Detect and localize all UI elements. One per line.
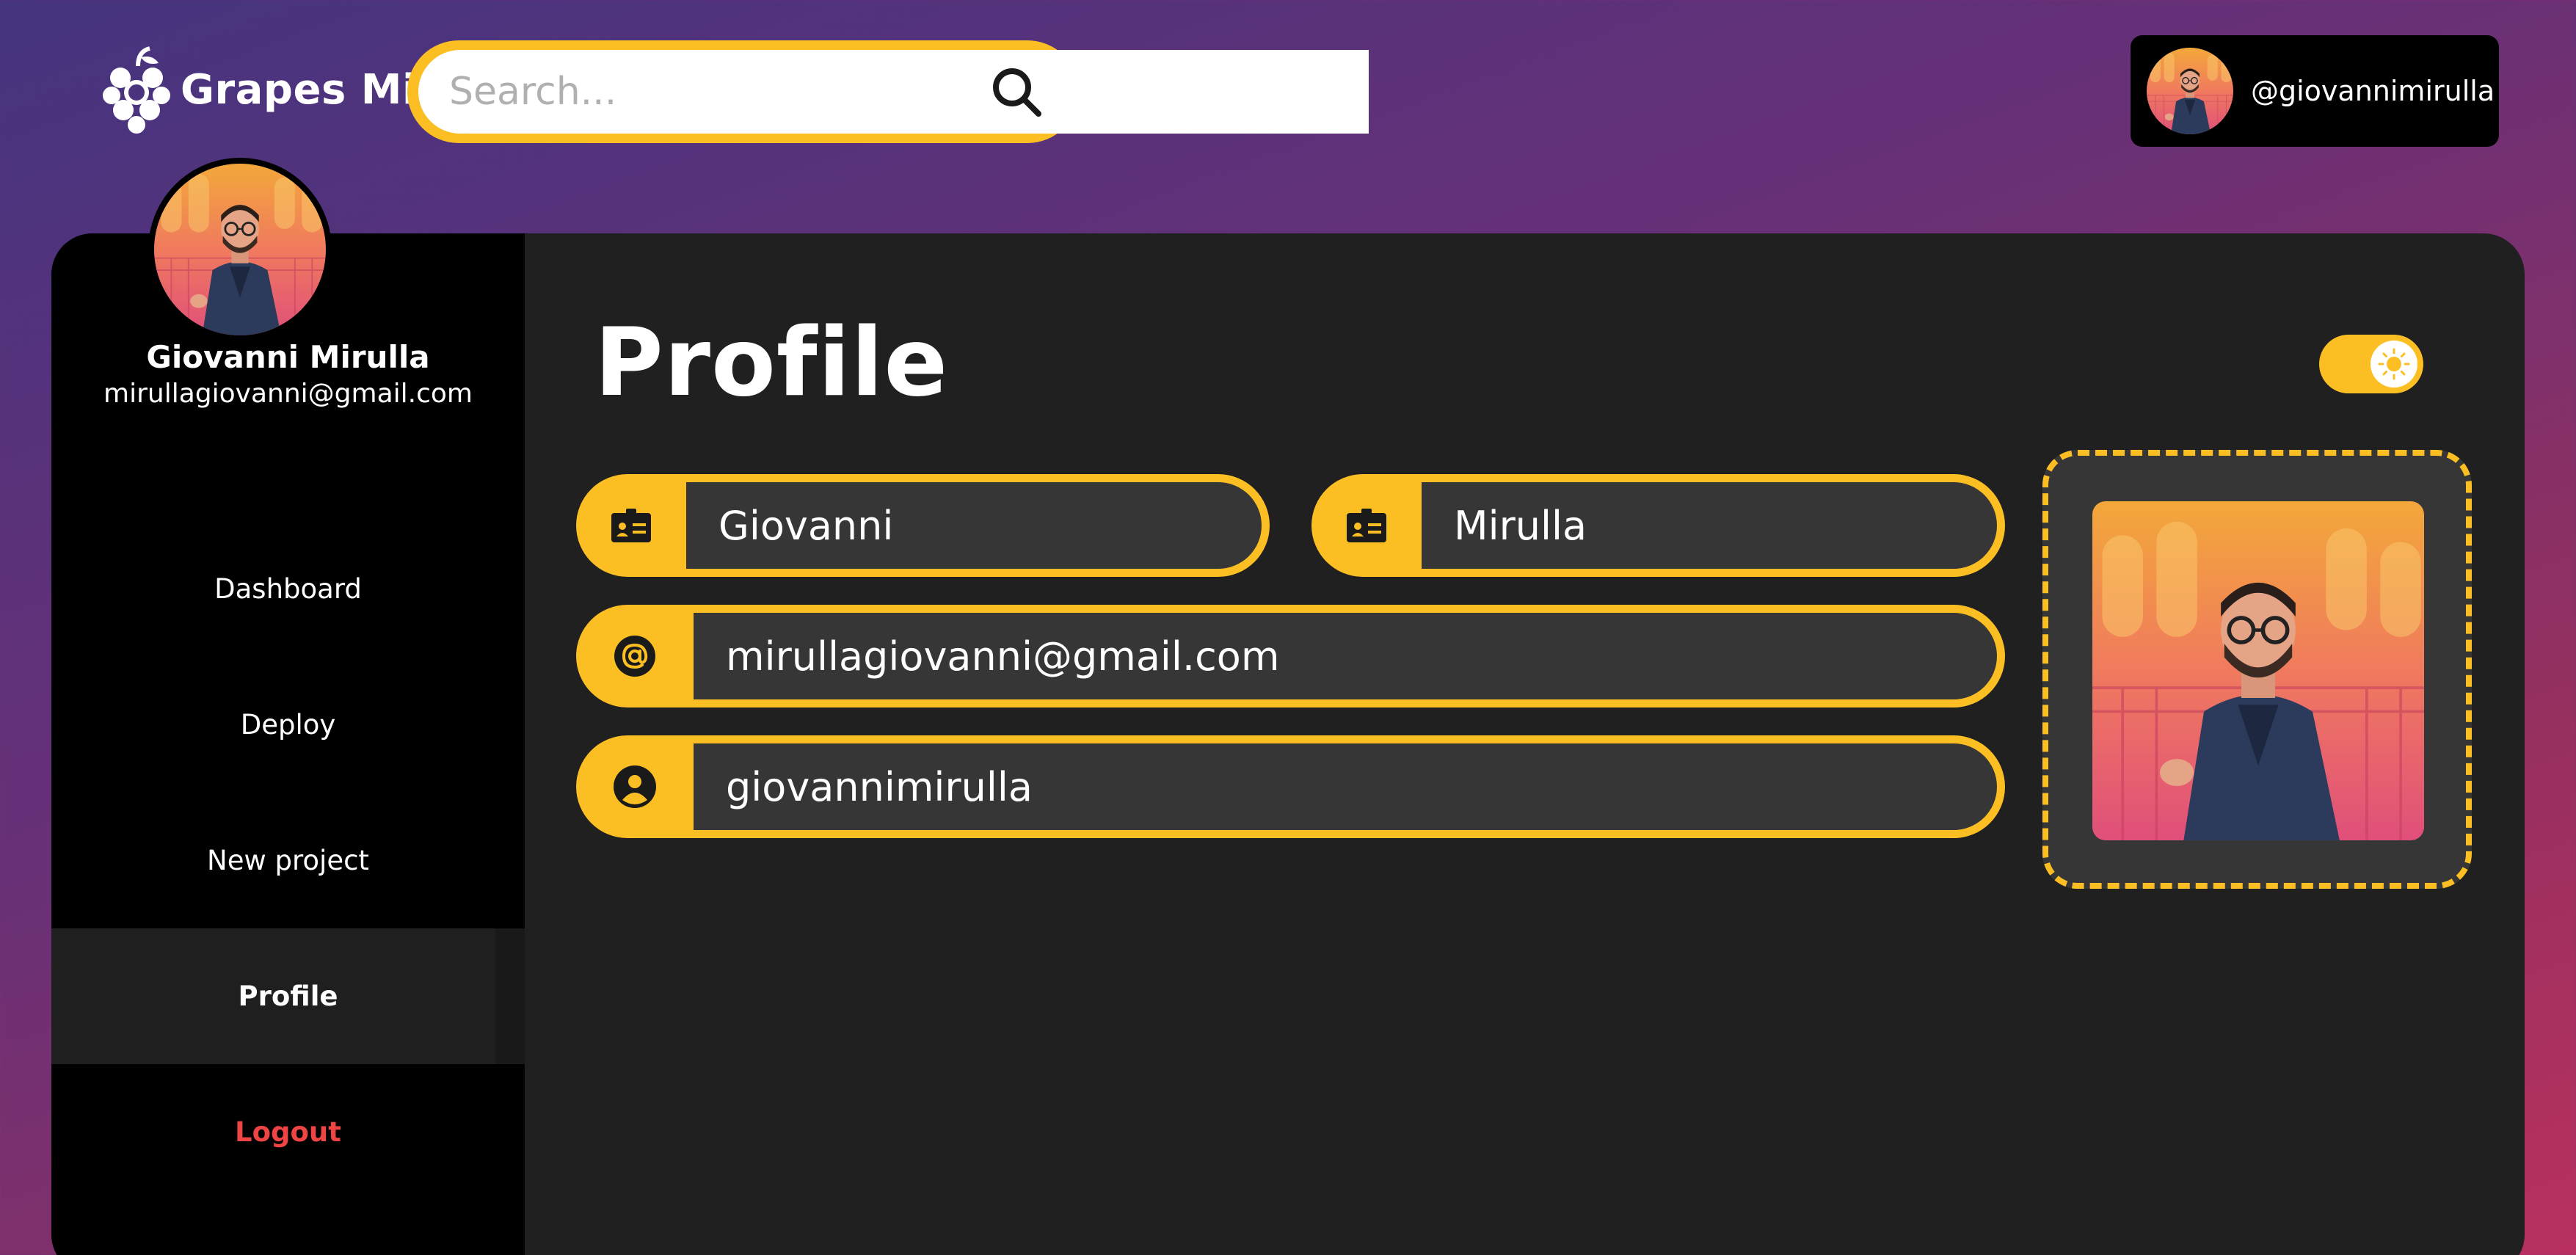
profile-avatar xyxy=(148,158,332,341)
last-name-value: Mirulla xyxy=(1422,482,1997,569)
last-name-field[interactable]: Mirulla xyxy=(1311,474,2005,577)
sidebar-item-label: Dashboard xyxy=(214,573,362,605)
profile-picture-upload[interactable] xyxy=(2042,450,2472,889)
sidebar-user-name: Giovanni Mirulla xyxy=(146,339,430,375)
email-field[interactable]: mirullagiovanni@gmail.com xyxy=(576,605,2005,707)
user-handle: @giovannimirulla xyxy=(2251,75,2495,107)
theme-toggle[interactable] xyxy=(2319,335,2423,393)
app-logo[interactable]: Grapes Mi xyxy=(103,46,417,134)
app-name: Grapes Mi xyxy=(181,65,417,114)
sidebar-item-label: Deploy xyxy=(240,709,336,741)
at-icon xyxy=(576,605,694,707)
sidebar-item-profile[interactable]: Profile xyxy=(51,928,525,1064)
id-card-icon xyxy=(1311,474,1422,577)
sidebar-item-label: Profile xyxy=(238,981,338,1012)
sidebar-item-deploy[interactable]: Deploy xyxy=(51,657,525,793)
email-value: mirullagiovanni@gmail.com xyxy=(694,613,1997,699)
id-card-icon xyxy=(576,474,686,577)
user-menu-button[interactable]: @giovannimirulla xyxy=(2131,35,2499,147)
grape-icon xyxy=(103,46,170,134)
sidebar-nav: Dashboard Deploy New project Profile Log… xyxy=(51,521,525,1200)
search-input[interactable] xyxy=(418,50,1369,134)
sun-icon xyxy=(2371,341,2417,388)
first-name-field[interactable]: Giovanni xyxy=(576,474,1270,577)
profile-picture xyxy=(2092,501,2424,840)
sidebar-item-new-project[interactable]: New project xyxy=(51,793,525,928)
sidebar-user-email: mirullagiovanni@gmail.com xyxy=(103,379,473,409)
first-name-value: Giovanni xyxy=(686,482,1262,569)
page-title: Profile xyxy=(594,308,949,418)
search-bar xyxy=(407,40,1369,143)
user-circle-icon xyxy=(576,735,694,838)
sidebar-item-label: Logout xyxy=(235,1116,341,1148)
sidebar-item-logout[interactable]: Logout xyxy=(51,1064,525,1200)
username-value: giovannimirulla xyxy=(694,743,1997,830)
sidebar-item-label: New project xyxy=(207,845,369,876)
search-icon[interactable] xyxy=(987,62,1046,121)
username-field[interactable]: giovannimirulla xyxy=(576,735,2005,838)
sidebar-item-dashboard[interactable]: Dashboard xyxy=(51,521,525,657)
avatar xyxy=(2147,48,2233,134)
